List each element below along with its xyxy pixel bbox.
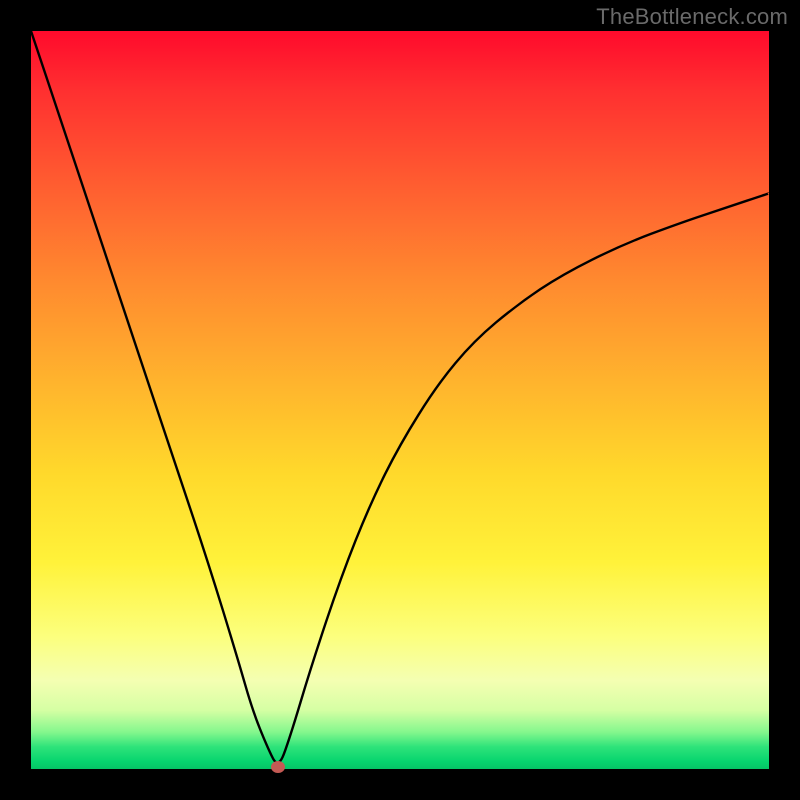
bottleneck-curve — [31, 31, 769, 769]
minimum-marker-icon — [271, 761, 285, 773]
curve-path — [31, 31, 769, 763]
chart-frame: TheBottleneck.com — [0, 0, 800, 800]
plot-area — [31, 31, 769, 769]
watermark-text: TheBottleneck.com — [596, 4, 788, 30]
